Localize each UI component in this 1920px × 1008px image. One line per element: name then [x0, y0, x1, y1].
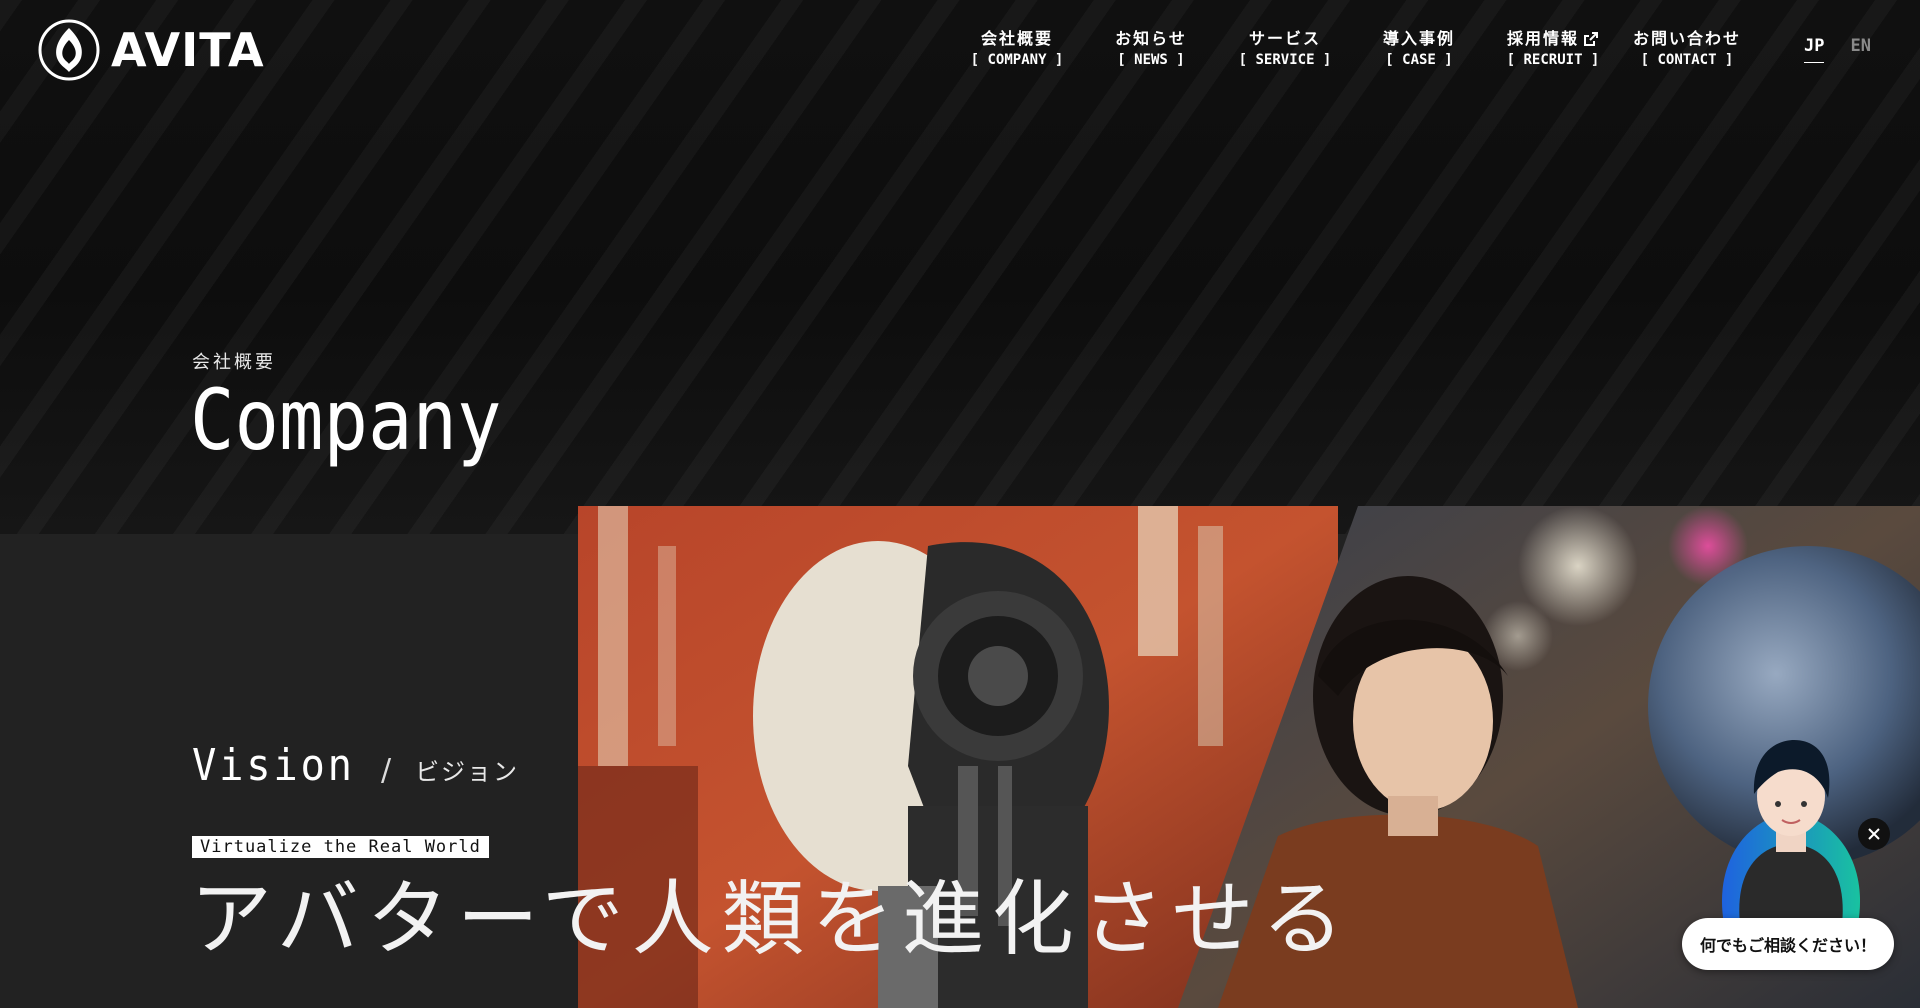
- nav-label-en: [ RECRUIT ]: [1506, 52, 1600, 68]
- page-title: Company: [190, 371, 502, 469]
- nav-label-ja: 導入事例: [1382, 29, 1455, 48]
- nav-item-company[interactable]: 会社概要 [ COMPANY ]: [950, 28, 1084, 70]
- close-icon: [1868, 828, 1880, 840]
- main-nav: 会社概要 [ COMPANY ] お知らせ [ NEWS ] サービス [ SE…: [950, 28, 1754, 70]
- lang-en[interactable]: EN: [1850, 36, 1870, 63]
- chat-prompt-bubble[interactable]: 何でもご相談ください！: [1682, 918, 1894, 970]
- nav-item-contact[interactable]: お問い合わせ [ CONTACT ]: [1620, 28, 1754, 70]
- nav-label-en: [ COMPANY ]: [970, 52, 1064, 68]
- vision-separator: /: [380, 753, 392, 788]
- nav-label-en: [ SERVICE ]: [1238, 52, 1332, 68]
- nav-item-service[interactable]: サービス [ SERVICE ]: [1218, 28, 1352, 70]
- vision-headline: アバターで人類を進化させる: [190, 872, 1352, 967]
- vision-title-en: Vision: [192, 740, 355, 791]
- vision-title-ja: ビジョン: [415, 758, 520, 786]
- nav-label-ja: 会社概要: [980, 29, 1053, 48]
- vision-tagline: Virtualize the Real World: [192, 836, 489, 858]
- nav-label-en: [ NEWS ]: [1117, 52, 1185, 68]
- nav-label-ja-with-icon: 採用情報: [1507, 28, 1599, 50]
- external-link-icon: [1584, 32, 1598, 46]
- nav-label-ja: 採用情報: [1506, 29, 1579, 48]
- brand-logo[interactable]: AVITA: [37, 18, 265, 82]
- nav-label-ja: サービス: [1248, 29, 1321, 48]
- language-switcher: JP EN: [1804, 36, 1871, 63]
- nav-label-en: [ CASE ]: [1385, 52, 1453, 68]
- brand-name: AVITA: [111, 23, 265, 77]
- chat-close-button[interactable]: [1858, 818, 1890, 850]
- avita-logo-icon: [38, 19, 100, 81]
- nav-label-ja: お問い合わせ: [1632, 29, 1741, 48]
- vision-heading: Vision / ビジョン: [192, 740, 519, 791]
- nav-label-en: [ CONTACT ]: [1640, 52, 1734, 68]
- chat-avatar[interactable]: [1716, 734, 1866, 928]
- nav-label-ja: お知らせ: [1115, 29, 1187, 48]
- nav-item-case[interactable]: 導入事例 [ CASE ]: [1352, 28, 1486, 70]
- lang-jp[interactable]: JP: [1804, 36, 1825, 63]
- nav-item-recruit[interactable]: 採用情報 [ RECRUIT ]: [1486, 28, 1620, 70]
- nav-item-news[interactable]: お知らせ [ NEWS ]: [1084, 28, 1218, 70]
